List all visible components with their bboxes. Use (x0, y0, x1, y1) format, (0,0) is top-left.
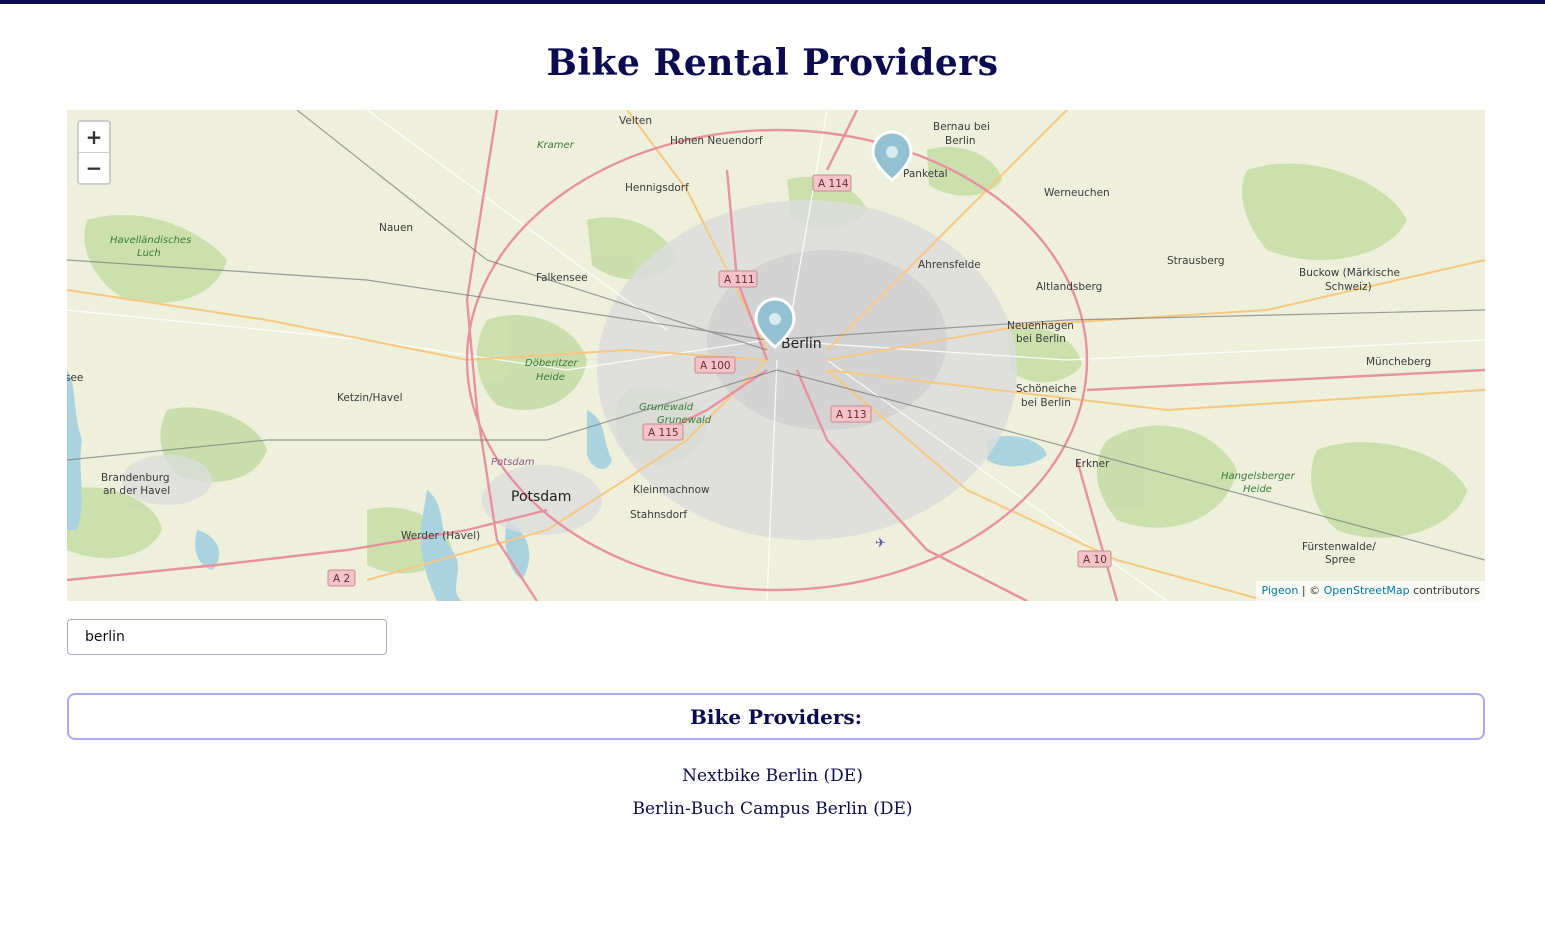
map-label: Döberitzer (525, 358, 579, 369)
page-title: Bike Rental Providers (546, 42, 999, 84)
svg-text:A 100: A 100 (700, 360, 731, 372)
map-label: Kleinmachnow (633, 484, 710, 496)
map-label: Altlandsberg (1036, 281, 1102, 293)
airport-icon: ✈ (875, 536, 886, 551)
map-label: Havelländisches (110, 235, 191, 246)
svg-text:A 115: A 115 (648, 427, 679, 439)
map-label: Fürstenwalde/ (1302, 541, 1376, 553)
providers-header-box: Bike Providers: (67, 693, 1485, 740)
map-label: Kramer (537, 140, 575, 151)
map-label: Heide (1243, 484, 1272, 495)
map-label: Brandenburg (101, 472, 170, 484)
providers-heading: Bike Providers: (689, 704, 863, 729)
openstreetmap-link[interactable]: OpenStreetMap (1324, 584, 1410, 597)
map-label: Panketal (903, 168, 948, 180)
map-label: bei Berlin (1021, 397, 1071, 409)
map-label: Berlin (781, 336, 822, 352)
map-label: Velten (619, 115, 652, 127)
road-shield: A 114 (812, 174, 852, 192)
map-label: Heide (536, 372, 565, 383)
map-label: Luch (137, 248, 161, 259)
provider-list: Nextbike Berlin (DE) Berlin-Buch Campus … (0, 762, 1545, 828)
map-label: Hangelsberger (1221, 471, 1296, 482)
svg-text:A 10: A 10 (1083, 554, 1107, 566)
provider-item[interactable]: Berlin-Buch Campus Berlin (DE) (0, 795, 1545, 828)
zoom-in-button[interactable]: + (79, 122, 109, 153)
map-label: Potsdam (491, 457, 535, 468)
map-label: Ketzin/Havel (337, 392, 402, 404)
map-label: see (67, 372, 83, 384)
road-shield: A 2 (327, 569, 356, 587)
map-label: Müncheberg (1366, 356, 1431, 368)
map-label: Hohen Neuendorf (670, 135, 763, 147)
road-shield: A 10 (1077, 550, 1112, 568)
map-label: Ahrensfelde (918, 259, 981, 271)
svg-text:A 113: A 113 (836, 409, 867, 421)
map-view[interactable]: Velten Hohen Neuendorf Bernau bei Berlin… (67, 110, 1485, 601)
provider-item[interactable]: Nextbike Berlin (DE) (0, 762, 1545, 795)
map-label: Schweiz) (1325, 281, 1372, 293)
map-label: Werder (Havel) (401, 530, 480, 542)
svg-text:A 111: A 111 (724, 274, 755, 286)
zoom-control: + − (77, 120, 111, 185)
map-tiles: Velten Hohen Neuendorf Bernau bei Berlin… (67, 110, 1485, 601)
map-label: Bernau bei (933, 121, 990, 133)
map-label: Erkner (1075, 458, 1110, 470)
map-label: Neuenhagen (1007, 320, 1074, 332)
map-label: Nauen (379, 222, 413, 234)
map-label: an der Havel (103, 485, 170, 497)
map-label: Falkensee (536, 272, 588, 284)
top-accent-bar (0, 0, 1545, 4)
pigeon-link[interactable]: Pigeon (1261, 584, 1298, 597)
map-label: Berlin (945, 135, 975, 147)
road-shield: A 113 (830, 405, 872, 423)
map-label: Strausberg (1167, 255, 1225, 267)
map-label: Spree (1325, 554, 1355, 566)
attribution-separator: | © (1298, 584, 1324, 597)
map-label: Hennigsdorf (625, 182, 689, 194)
map-label: Grunewald (639, 402, 694, 413)
road-shield: A 100 (694, 356, 736, 374)
map-label: Stahnsdorf (630, 509, 687, 521)
search-input[interactable] (67, 619, 387, 655)
road-shield: A 115 (642, 423, 684, 441)
map-attribution: Pigeon | © OpenStreetMap contributors (1256, 581, 1485, 601)
map-label: Werneuchen (1044, 187, 1110, 199)
road-shield: A 111 (718, 270, 758, 288)
attribution-suffix: contributors (1409, 584, 1480, 597)
zoom-out-button[interactable]: − (79, 153, 109, 183)
svg-text:A 114: A 114 (818, 178, 849, 190)
svg-text:A 2: A 2 (333, 573, 350, 585)
map-label: Buckow (Märkische (1299, 267, 1400, 279)
map-label: Potsdam (511, 489, 571, 505)
map-label: bei Berlin (1016, 333, 1066, 345)
map-label: Schöneiche (1016, 383, 1076, 395)
